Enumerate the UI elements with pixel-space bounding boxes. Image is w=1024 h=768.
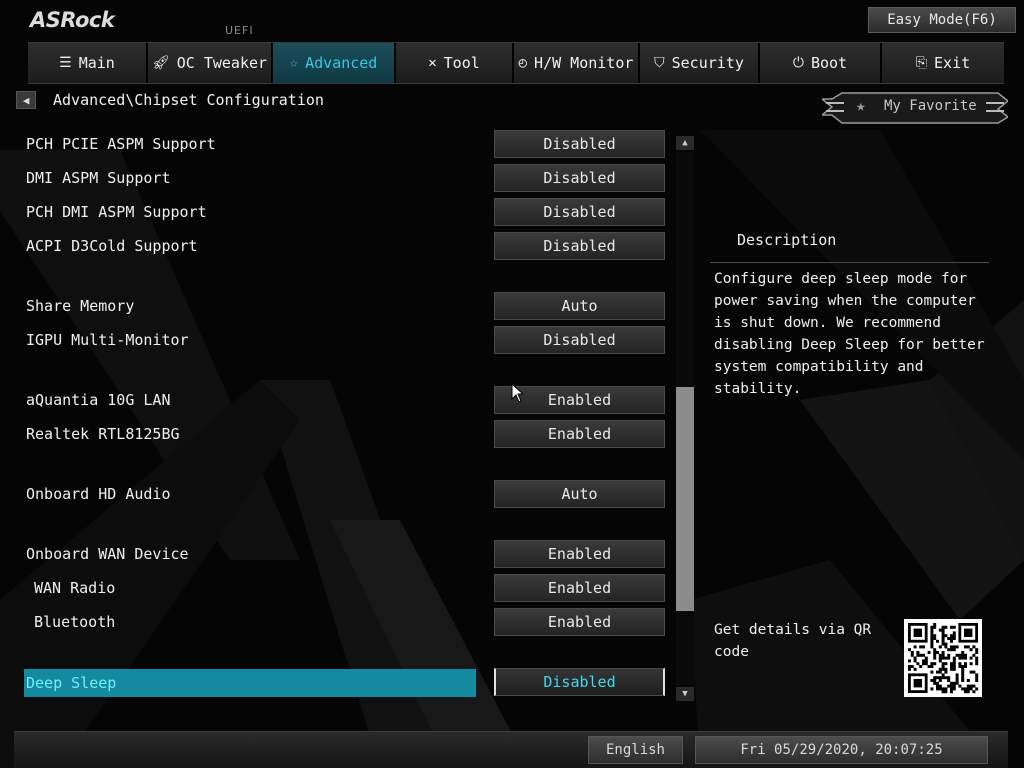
tab-boot[interactable]: ⏻ Boot: [760, 43, 882, 83]
setting-value-acpi-d3cold[interactable]: Disabled: [494, 232, 665, 260]
setting-label-bluetooth: Bluetooth: [34, 613, 116, 631]
setting-value-pch-pcie-aspm[interactable]: Disabled: [494, 130, 665, 158]
setting-value-deep-sleep[interactable]: Disabled: [494, 668, 665, 696]
setting-label-igpu-multi-monitor: IGPU Multi-Monitor: [26, 331, 189, 349]
setting-value-wan-radio[interactable]: Enabled: [494, 574, 665, 602]
language-button[interactable]: English: [588, 736, 683, 764]
shield-icon: ⛉: [654, 55, 665, 71]
tab-security[interactable]: ⛉ Security: [640, 43, 760, 83]
description-text: Configure deep sleep mode for power savi…: [714, 271, 985, 397]
uefi-label: UEFI: [225, 24, 254, 37]
arrow-down-icon: ▼: [682, 689, 688, 699]
asrock-logo: ASRock: [30, 8, 115, 32]
tab-main[interactable]: ☰ Main: [28, 43, 148, 83]
tab-hw-monitor-label: H/W Monitor: [534, 54, 634, 72]
setting-value-wan-device[interactable]: Enabled: [494, 540, 665, 568]
arrow-up-icon: ▲: [682, 138, 688, 148]
back-arrow-icon: ◀: [22, 93, 30, 107]
tab-oc-tweaker-label: OC Tweaker: [176, 54, 268, 72]
breadcrumb: Advanced\Chipset Configuration: [53, 91, 324, 109]
tools-icon: ✕: [428, 55, 437, 71]
tab-boot-label: Boot: [810, 54, 848, 72]
setting-value-dmi-aspm[interactable]: Disabled: [494, 164, 665, 192]
scroll-thumb[interactable]: [676, 387, 694, 611]
star-icon: ☆: [289, 55, 299, 71]
tab-tool[interactable]: ✕ Tool: [396, 43, 514, 83]
setting-label-hd-audio: Onboard HD Audio: [26, 485, 171, 503]
my-favorite-label: My Favorite: [884, 98, 977, 114]
star-icon: ★: [856, 96, 866, 115]
tab-hw-monitor[interactable]: ◴ H/W Monitor: [514, 43, 640, 83]
main-tab-bar: ☰ Main 🚀︎ OC Tweaker ☆ Advanced ✕ Tool ◴…: [28, 42, 1004, 84]
bios-screen: ASRock UEFI Easy Mode(F6) ☰ Main 🚀︎ OC T…: [0, 0, 1024, 768]
tab-oc-tweaker[interactable]: 🚀︎ OC Tweaker: [148, 43, 273, 83]
qr-details-text: Get details via QR code: [714, 622, 872, 660]
scroll-down-button[interactable]: ▼: [676, 687, 694, 701]
settings-scrollbar[interactable]: ▲ ▼: [676, 136, 694, 704]
scroll-track[interactable]: [676, 152, 694, 685]
setting-value-pch-dmi-aspm[interactable]: Disabled: [494, 198, 665, 226]
setting-label-realtek-lan: Realtek RTL8125BG: [26, 425, 180, 443]
tab-exit[interactable]: ⎘ Exit: [882, 43, 1004, 83]
setting-value-hd-audio[interactable]: Auto: [494, 480, 665, 508]
setting-value-igpu-multi-monitor[interactable]: Disabled: [494, 326, 665, 354]
setting-value-realtek-lan[interactable]: Enabled: [494, 420, 665, 448]
tab-advanced-label: Advanced: [305, 54, 378, 72]
monitor-icon: ◴: [518, 55, 528, 71]
rocket-icon: 🚀︎: [151, 55, 170, 71]
tab-exit-label: Exit: [934, 54, 971, 72]
power-icon: ⏻: [792, 55, 804, 71]
setting-label-deep-sleep[interactable]: Deep Sleep: [24, 669, 476, 697]
tab-security-label: Security: [671, 54, 744, 72]
setting-value-share-memory[interactable]: Auto: [494, 292, 665, 320]
back-button[interactable]: ◀: [16, 91, 36, 109]
setting-label-wan-device: Onboard WAN Device: [26, 545, 189, 563]
tab-main-label: Main: [78, 54, 115, 72]
setting-value-bluetooth[interactable]: Enabled: [494, 608, 665, 636]
datetime-display[interactable]: Fri 05/29/2020, 20:07:25: [695, 736, 988, 764]
my-favorite-button[interactable]: ★ My Favorite: [822, 91, 1008, 125]
qr-code: [904, 619, 982, 697]
easy-mode-button[interactable]: Easy Mode(F6): [868, 7, 1016, 33]
setting-label-acpi-d3cold: ACPI D3Cold Support: [26, 237, 198, 255]
setting-label-pch-dmi-aspm: PCH DMI ASPM Support: [26, 203, 207, 221]
setting-label-wan-radio: WAN Radio: [34, 579, 116, 597]
setting-label-dmi-aspm: DMI ASPM Support: [26, 169, 171, 187]
description-title: Description: [737, 231, 837, 249]
list-icon: ☰: [59, 55, 72, 71]
setting-label-pch-pcie-aspm: PCH PCIE ASPM Support: [26, 135, 216, 153]
exit-icon: ⎘: [915, 55, 928, 71]
setting-label-aquantia-lan: aQuantia 10G LAN: [26, 391, 171, 409]
tab-tool-label: Tool: [443, 54, 480, 72]
scroll-up-button[interactable]: ▲: [676, 136, 694, 150]
setting-label-share-memory: Share Memory: [26, 297, 135, 315]
description-divider: [710, 262, 989, 263]
tab-advanced[interactable]: ☆ Advanced: [273, 43, 396, 83]
mouse-cursor-icon: [511, 383, 523, 403]
